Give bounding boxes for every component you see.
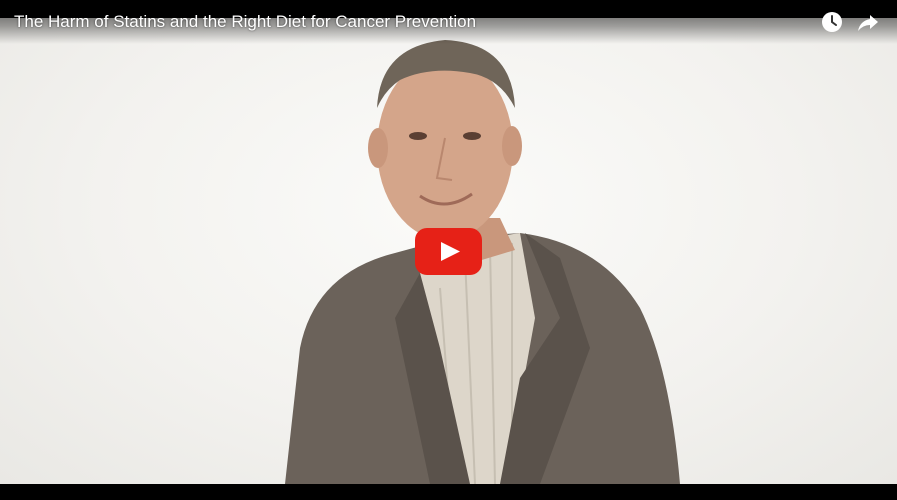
video-player[interactable]: The Harm of Statins and the Right Diet f… [0,0,897,500]
video-title[interactable]: The Harm of Statins and the Right Diet f… [14,12,476,32]
clock-icon[interactable] [820,10,844,34]
youtube-play-icon[interactable] [415,228,482,275]
player-bottom-bar [0,484,897,500]
share-arrow-icon[interactable] [856,10,880,34]
title-overlay: The Harm of Statins and the Right Diet f… [0,0,897,44]
